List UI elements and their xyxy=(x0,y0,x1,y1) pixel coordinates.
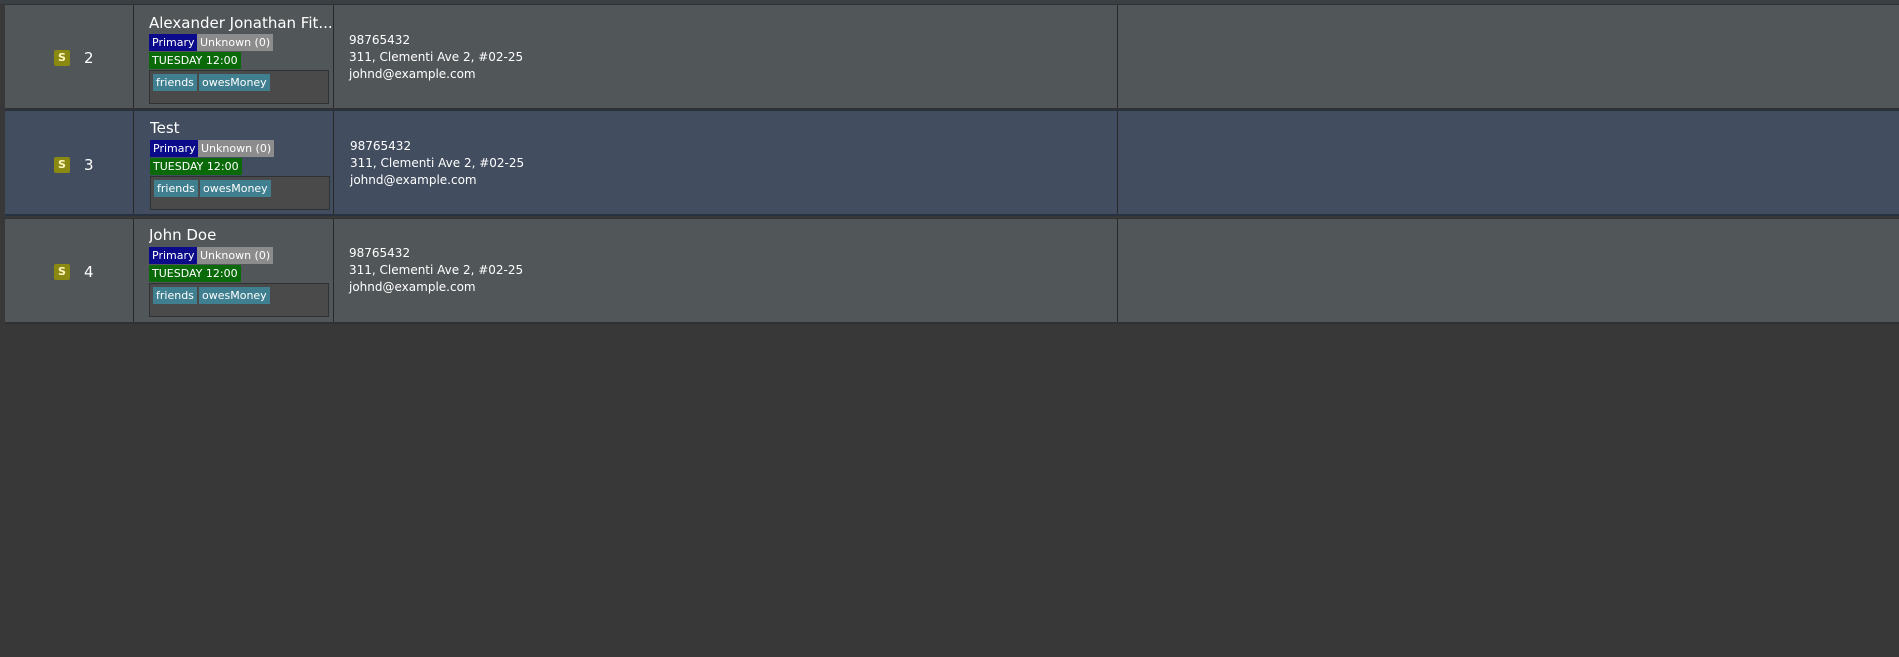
status-badge: S xyxy=(54,157,70,173)
email: johnd@example.com xyxy=(350,173,477,187)
schedule-tag: TUESDAY 12:00 xyxy=(149,265,241,282)
tags-box: friends owesMoney xyxy=(149,283,329,317)
unknown-tag: Unknown (0) xyxy=(197,34,274,51)
column-divider xyxy=(1117,219,1118,322)
address: 311, Clementi Ave 2, #02-25 xyxy=(350,156,525,170)
row-index: 2 xyxy=(84,49,94,67)
tag-friends: friends xyxy=(153,287,197,304)
tags-box: friends owesMoney xyxy=(150,176,330,210)
tags-box: friends owesMoney xyxy=(149,70,329,104)
person-name: John Doe xyxy=(149,226,217,244)
schedule-tag: TUESDAY 12:00 xyxy=(149,52,241,69)
status-badge: S xyxy=(54,264,70,280)
person-card[interactable]: S 3 Test Primary Unknown (0) TUESDAY 12:… xyxy=(5,110,1899,216)
column-divider xyxy=(133,219,134,322)
tag-friends: friends xyxy=(153,74,197,91)
person-card[interactable]: S 2 Alexander Jonathan Fit... Primary Un… xyxy=(5,4,1899,110)
tag-owes-money: owesMoney xyxy=(199,287,270,304)
tag-friends: friends xyxy=(154,180,198,197)
person-name: Test xyxy=(150,119,180,137)
status-badge: S xyxy=(54,50,70,66)
role-tag: Primary xyxy=(149,247,198,264)
email: johnd@example.com xyxy=(349,280,476,294)
address: 311, Clementi Ave 2, #02-25 xyxy=(349,263,524,277)
unknown-tag: Unknown (0) xyxy=(197,247,274,264)
person-name: Alexander Jonathan Fit... xyxy=(149,14,333,32)
phone-number: 98765432 xyxy=(350,139,412,153)
phone-number: 98765432 xyxy=(349,33,411,47)
phone-number: 98765432 xyxy=(349,246,411,260)
address: 311, Clementi Ave 2, #02-25 xyxy=(349,50,524,64)
row-index: 3 xyxy=(84,156,94,174)
role-tag: Primary xyxy=(149,34,198,51)
person-card[interactable]: S 4 John Doe Primary Unknown (0) TUESDAY… xyxy=(5,218,1899,324)
unknown-tag: Unknown (0) xyxy=(198,140,275,157)
email: johnd@example.com xyxy=(349,67,476,81)
schedule-tag: TUESDAY 12:00 xyxy=(150,158,242,175)
role-tag: Primary xyxy=(150,140,199,157)
tag-owes-money: owesMoney xyxy=(200,180,271,197)
column-divider xyxy=(133,111,134,214)
tag-owes-money: owesMoney xyxy=(199,74,270,91)
column-divider xyxy=(1117,5,1118,108)
column-divider xyxy=(133,5,134,108)
column-divider xyxy=(1117,111,1118,214)
row-index: 4 xyxy=(84,263,94,281)
